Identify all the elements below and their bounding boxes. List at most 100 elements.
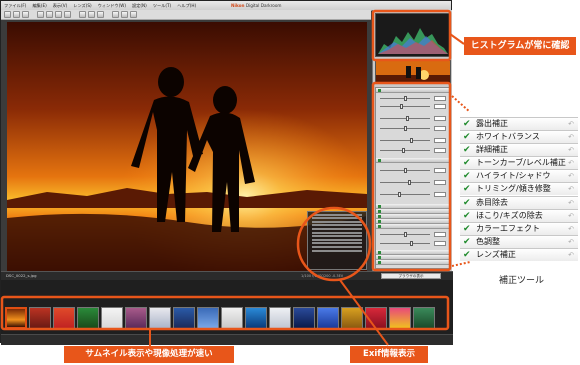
tool-color-effect[interactable]: ✔ カラーエフェクト ↶: [460, 221, 578, 235]
menu-edit[interactable]: 編集(E): [32, 2, 46, 9]
palette-header[interactable]: [376, 88, 450, 93]
filmstrip: [1, 280, 453, 345]
thumbnail[interactable]: [29, 307, 51, 329]
tool-dust-removal[interactable]: ✔ ほこり/キズの除去 ↶: [460, 208, 578, 222]
undo-icon[interactable]: ↶: [568, 144, 574, 156]
thumbnail[interactable]: [317, 307, 339, 329]
thumbnail[interactable]: [101, 307, 123, 329]
thumbnail[interactable]: [245, 307, 267, 329]
zoom-out-icon[interactable]: [88, 11, 95, 18]
undo-icon[interactable]: ↶: [568, 183, 574, 195]
slider[interactable]: [380, 148, 448, 153]
check-icon: ✔: [463, 223, 471, 234]
exif-row: [312, 231, 362, 234]
app-title-rest: Digital Darkroom: [244, 3, 282, 8]
tool-red-eye[interactable]: ✔ 赤目除去 ↶: [460, 195, 578, 209]
check-icon: ✔: [463, 132, 471, 143]
menu-file[interactable]: ファイル(F): [4, 2, 26, 9]
undo-toolbar-icon[interactable]: [37, 11, 44, 18]
menu-lens[interactable]: レンズ(S): [73, 2, 91, 9]
thumbnail[interactable]: [221, 307, 243, 329]
check-icon: ✔: [463, 184, 471, 195]
compare-icon[interactable]: [112, 11, 119, 18]
thumbnail[interactable]: [389, 307, 411, 329]
save-icon[interactable]: [13, 11, 20, 18]
print-icon[interactable]: [22, 11, 29, 18]
fit-icon[interactable]: [97, 11, 104, 18]
palette-header[interactable]: [376, 260, 450, 265]
tool-highlight-shadow[interactable]: ✔ ハイライト/シャドウ ↶: [460, 169, 578, 183]
tool-trimming[interactable]: ✔ トリミング/傾き修整 ↶: [460, 182, 578, 196]
thumbnail-callout: サムネイル表示や現像処理が速い: [64, 346, 234, 363]
undo-icon[interactable]: ↶: [568, 223, 574, 235]
thumbnail[interactable]: [365, 307, 387, 329]
tool-detail[interactable]: ✔ 詳細補正 ↶: [460, 143, 578, 157]
hand-icon[interactable]: [130, 11, 137, 18]
check-icon: ✔: [463, 145, 471, 156]
slider[interactable]: [380, 116, 448, 121]
slider[interactable]: [380, 180, 448, 185]
undo-icon[interactable]: ↶: [568, 249, 574, 261]
menu-help[interactable]: ヘルプ(H): [177, 2, 196, 9]
thumbnail[interactable]: [413, 307, 435, 329]
slider[interactable]: [380, 168, 448, 173]
thumbnail[interactable]: [293, 307, 315, 329]
undo-icon[interactable]: ↶: [568, 210, 574, 222]
check-icon: ✔: [463, 210, 471, 221]
thumbnail[interactable]: [173, 307, 195, 329]
slider[interactable]: [380, 192, 448, 197]
thumbnail[interactable]: [197, 307, 219, 329]
grid-icon[interactable]: [121, 11, 128, 18]
thumbnail[interactable]: [5, 307, 27, 329]
menu-tools[interactable]: ツール(T): [153, 2, 171, 9]
tool-white-balance[interactable]: ✔ ホワイトバランス ↶: [460, 130, 578, 144]
palette-header[interactable]: [376, 158, 450, 163]
menu-settings[interactable]: 設定(N): [132, 2, 147, 9]
tool-lens-correction[interactable]: ✔ レンズ補正 ↶: [460, 247, 578, 261]
thumbnail[interactable]: [53, 307, 75, 329]
exif-row: [312, 238, 362, 241]
thumbnail[interactable]: [149, 307, 171, 329]
rotate-right-icon[interactable]: [64, 11, 71, 18]
file-name: DSC_0022_s.jpg: [6, 273, 37, 278]
rotate-left-icon[interactable]: [55, 11, 62, 18]
thumbnail[interactable]: [77, 307, 99, 329]
tool-color-adjust[interactable]: ✔ 色調整 ↶: [460, 234, 578, 248]
correction-tool-list: ✔ 露出補正 ↶ ✔ ホワイトバランス ↶ ✔ 詳細補正 ↶ ✔ トーンカーブ/レベル補正 ↶ …: [460, 117, 578, 261]
open-icon[interactable]: [4, 11, 11, 18]
undo-icon[interactable]: ↶: [568, 170, 574, 182]
exif-row: [312, 245, 362, 248]
check-icon: ✔: [463, 249, 471, 260]
slider[interactable]: [380, 241, 448, 246]
slider[interactable]: [380, 96, 448, 101]
undo-icon[interactable]: ↶: [568, 236, 574, 248]
navigator-preview[interactable]: [375, 60, 451, 84]
undo-icon[interactable]: ↶: [568, 197, 574, 209]
undo-icon[interactable]: ↶: [568, 157, 574, 169]
tool-exposure[interactable]: ✔ 露出補正 ↶: [460, 117, 578, 130]
slider[interactable]: [380, 126, 448, 131]
slider[interactable]: [380, 138, 448, 143]
thumbnail[interactable]: [341, 307, 363, 329]
tool-tone-curve[interactable]: ✔ トーンカーブ/レベル補正 ↶: [460, 156, 578, 170]
slider[interactable]: [380, 232, 448, 237]
thumbnail[interactable]: [125, 307, 147, 329]
histogram-panel: [375, 13, 451, 57]
exif-row: [312, 227, 362, 230]
undo-icon[interactable]: ↶: [568, 118, 574, 130]
undo-icon[interactable]: ↶: [568, 131, 574, 143]
menu-window[interactable]: ウィンドウ(W): [98, 2, 126, 9]
menu-view[interactable]: 表示(V): [53, 2, 68, 9]
palette-header[interactable]: [376, 224, 450, 229]
app-window: ファイル(F) 編集(E) 表示(V) レンズ(S) ウィンドウ(W) 設定(N…: [0, 0, 453, 345]
exif-row: [312, 217, 362, 220]
filmstrip-controls: [1, 334, 453, 345]
redo-toolbar-icon[interactable]: [46, 11, 53, 18]
show-browser-button[interactable]: ブラウザの表示: [381, 273, 441, 279]
exif-row: [312, 249, 362, 252]
slider[interactable]: [380, 104, 448, 109]
menu-bar: ファイル(F) 編集(E) 表示(V) レンズ(S) ウィンドウ(W) 設定(N…: [4, 2, 196, 9]
zoom-in-icon[interactable]: [79, 11, 86, 18]
thumbnail[interactable]: [269, 307, 291, 329]
check-icon: ✔: [463, 158, 471, 169]
